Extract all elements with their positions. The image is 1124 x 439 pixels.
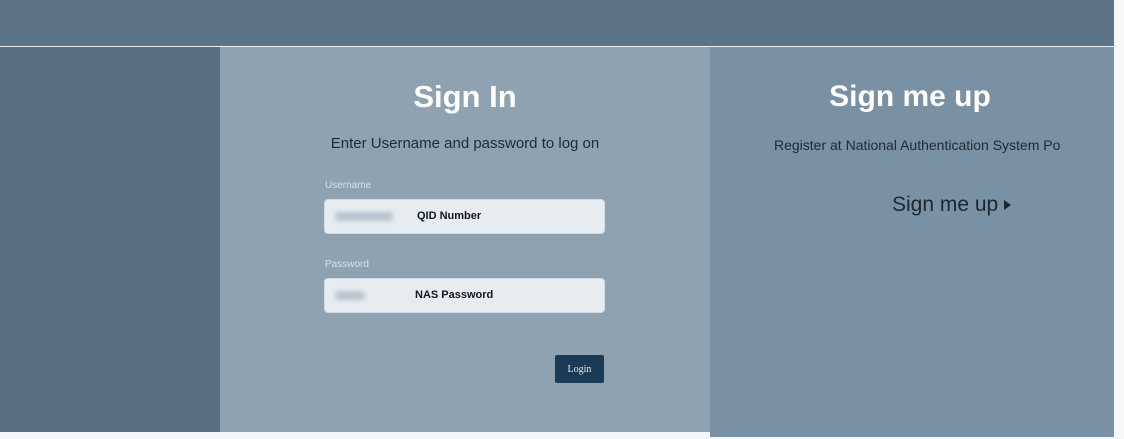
login-button[interactable]: Login	[555, 355, 604, 383]
password-input[interactable]: NAS Password	[324, 278, 605, 313]
signup-subtitle: Register at National Authentication Syst…	[774, 137, 1061, 153]
password-placeholder: NAS Password	[415, 289, 494, 301]
page: Sign In Enter Username and password to l…	[0, 0, 1124, 439]
username-placeholder: QID Number	[417, 210, 482, 222]
signin-title: Sign In	[413, 79, 517, 114]
password-label: Password	[325, 259, 369, 270]
signup-panel: Sign me up Register at National Authenti…	[710, 47, 1114, 437]
signup-title: Sign me up	[829, 80, 991, 113]
username-input[interactable]: QID Number	[324, 199, 605, 234]
signin-panel: Sign In Enter Username and password to l…	[220, 47, 710, 432]
bottom-edge	[0, 432, 710, 439]
left-strip	[0, 47, 220, 432]
username-label: Username	[325, 180, 372, 191]
right-edge	[1114, 0, 1124, 439]
play-icon	[1004, 200, 1012, 211]
sign-me-up-link-label: Sign me up	[892, 193, 999, 216]
sign-me-up-link[interactable]: Sign me up	[892, 193, 1012, 217]
top-bar	[0, 0, 1114, 47]
signin-subtitle: Enter Username and password to log on	[330, 135, 600, 152]
